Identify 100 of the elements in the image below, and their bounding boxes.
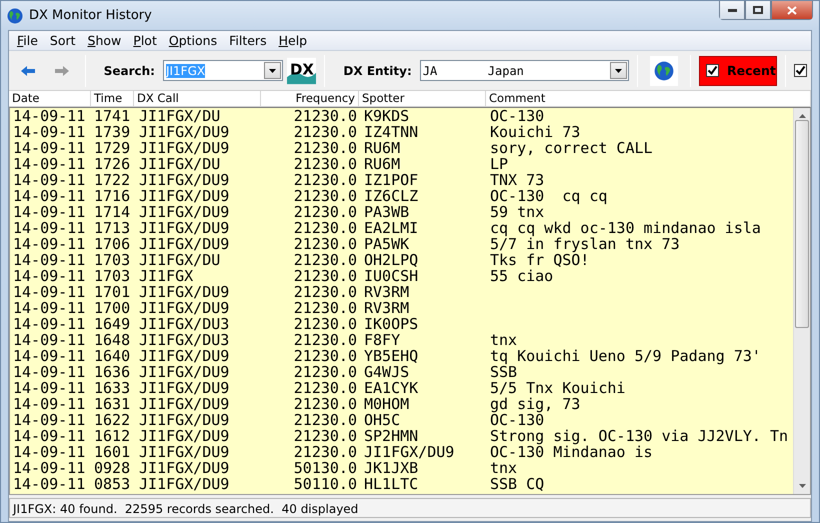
table-cell: JI1FGX/DU9 (139, 123, 230, 141)
maximize-icon (753, 6, 763, 14)
table-cell: sory, correct CALL (490, 139, 653, 157)
table-cell: gd sig, 73 (490, 395, 580, 413)
table-cell: JI1FGX/DU9 (364, 443, 454, 461)
checkbox[interactable] (794, 64, 808, 77)
table-cell: 21230.0 (294, 108, 357, 125)
table-cell: 5/7 in fryslan tnx 73 (490, 235, 680, 253)
entity-label: DX Entity: (342, 64, 413, 78)
scrollbar[interactable] (793, 108, 810, 494)
table-cell: JI1FGX/DU3 (139, 331, 230, 349)
column-header[interactable]: Spotter (359, 91, 486, 106)
table-cell: Tks fr QSO! (490, 251, 590, 269)
table-cell: tnx (490, 459, 518, 477)
scroll-down-icon[interactable] (798, 484, 806, 488)
menu-item[interactable]: Help (272, 33, 314, 48)
globe-icon (654, 60, 674, 80)
scroll-up-icon[interactable] (798, 114, 806, 118)
table-cell: 1722 (94, 171, 130, 189)
table-cell: IK0OPS (364, 315, 418, 333)
table-cell: JI1FGX/DU9 (139, 299, 230, 317)
table-cell: HL1LTC (364, 475, 418, 493)
table-cell: 14-09-11 (13, 363, 86, 381)
table-cell: JI1FGX/DU9 (139, 187, 230, 205)
table-cell: 21230.0 (294, 427, 357, 445)
menu-item[interactable]: Plot (127, 33, 163, 48)
table-cell: 21230.0 (294, 299, 357, 317)
menu-item[interactable]: Show (82, 33, 128, 48)
table-cell: 14-09-11 (13, 395, 86, 413)
table-cell: 1706 (94, 235, 130, 253)
table-cell: 1703 (94, 267, 130, 285)
column-header[interactable]: DX Call (134, 91, 261, 106)
table-cell: 21230.0 (294, 347, 357, 365)
table-cell: LP (490, 155, 508, 173)
table-cell: 14-09-11 (13, 331, 86, 349)
table-cell: 1716 (94, 187, 130, 205)
table-cell: 50110.0 (294, 475, 357, 493)
dropdown-button[interactable] (610, 62, 627, 79)
table-cell: tq Kouichi Ueno 5/9 Padang 73' (490, 347, 761, 365)
column-header[interactable]: Date (9, 91, 91, 106)
table-cell: K9KDS (364, 108, 410, 125)
caret-icon (614, 68, 622, 72)
table-cell: 14-09-11 (13, 139, 86, 157)
menu-item[interactable]: Filters (223, 33, 273, 48)
caret-icon (268, 68, 276, 72)
table-cell: 21230.0 (294, 171, 357, 189)
table-cell: PA3WB (364, 203, 410, 221)
table-cell: 1703 (94, 251, 130, 269)
column-header[interactable]: Frequency (261, 91, 359, 106)
table-cell: JI1FGX/DU9 (139, 379, 230, 397)
maximize-button[interactable] (745, 1, 771, 20)
table-cell: 21230.0 (294, 155, 357, 173)
table-cell: 21230.0 (294, 187, 357, 205)
table-cell: 14-09-11 (13, 267, 86, 285)
table-cell: 21230.0 (294, 315, 357, 333)
column-header[interactable]: Comment (486, 91, 811, 106)
recent-button[interactable]: Recent (699, 56, 778, 86)
table-cell: 1633 (94, 379, 130, 397)
table-cell: 14-09-11 (13, 315, 86, 333)
dx-logo: DX (286, 56, 316, 86)
globe-button[interactable] (650, 56, 678, 86)
table-cell: 14-09-11 (13, 219, 86, 237)
table-cell: 21230.0 (294, 219, 357, 237)
checkbox[interactable] (706, 64, 720, 77)
dropdown-button[interactable] (264, 62, 281, 79)
table-cell: 1726 (94, 155, 130, 173)
table-cell: 0928 (94, 459, 130, 477)
table-cell: JI1FGX/DU9 (139, 395, 230, 413)
table-cell: 14-09-11 (13, 155, 86, 173)
table-cell: 5/5 Tnx Kouichi (490, 379, 626, 397)
table-cell: 14-09-11 (13, 108, 86, 125)
table-cell: 14-09-11 (13, 187, 86, 205)
minimize-button[interactable] (719, 1, 745, 20)
table-cell: 14-09-11 (13, 299, 86, 317)
table-cell: EA1CYK (364, 379, 418, 397)
table-cell: Kouichi 73 (490, 123, 580, 141)
table-cell: 21230.0 (294, 411, 357, 429)
menu-item[interactable]: Sort (44, 33, 82, 48)
table-cell: 21230.0 (294, 139, 357, 157)
close-button[interactable] (771, 1, 813, 20)
table-cell: JI1FGX/DU9 (139, 347, 230, 365)
table-cell: Strong sig. OC-130 via JJ2VLY. Tn (490, 427, 788, 445)
table-cell: 1601 (94, 443, 130, 461)
column-header[interactable]: Time (91, 91, 134, 106)
table-cell: 14-09-11 (13, 203, 86, 221)
table-cell: 50130.0 (294, 459, 357, 477)
table-cell: JI1FGX/DU9 (139, 475, 230, 493)
table-cell: 1700 (94, 299, 130, 317)
table-cell: JI1FGX/DU9 (139, 219, 230, 237)
table-cell: 1636 (94, 363, 130, 381)
menu-item[interactable]: File (11, 33, 44, 48)
menu-item[interactable]: Options (162, 33, 224, 48)
table-cell: 21230.0 (294, 363, 357, 381)
table-cell: 1612 (94, 427, 130, 445)
table-cell: 14-09-11 (13, 347, 86, 365)
table-cell: RV3RM (364, 283, 410, 301)
table-cell: 21230.0 (294, 203, 357, 221)
table-cell: JI1FGX/DU9 (139, 411, 230, 429)
entity-field[interactable]: JA Japan (420, 60, 629, 81)
table-cell: YB5EHQ (364, 347, 418, 365)
